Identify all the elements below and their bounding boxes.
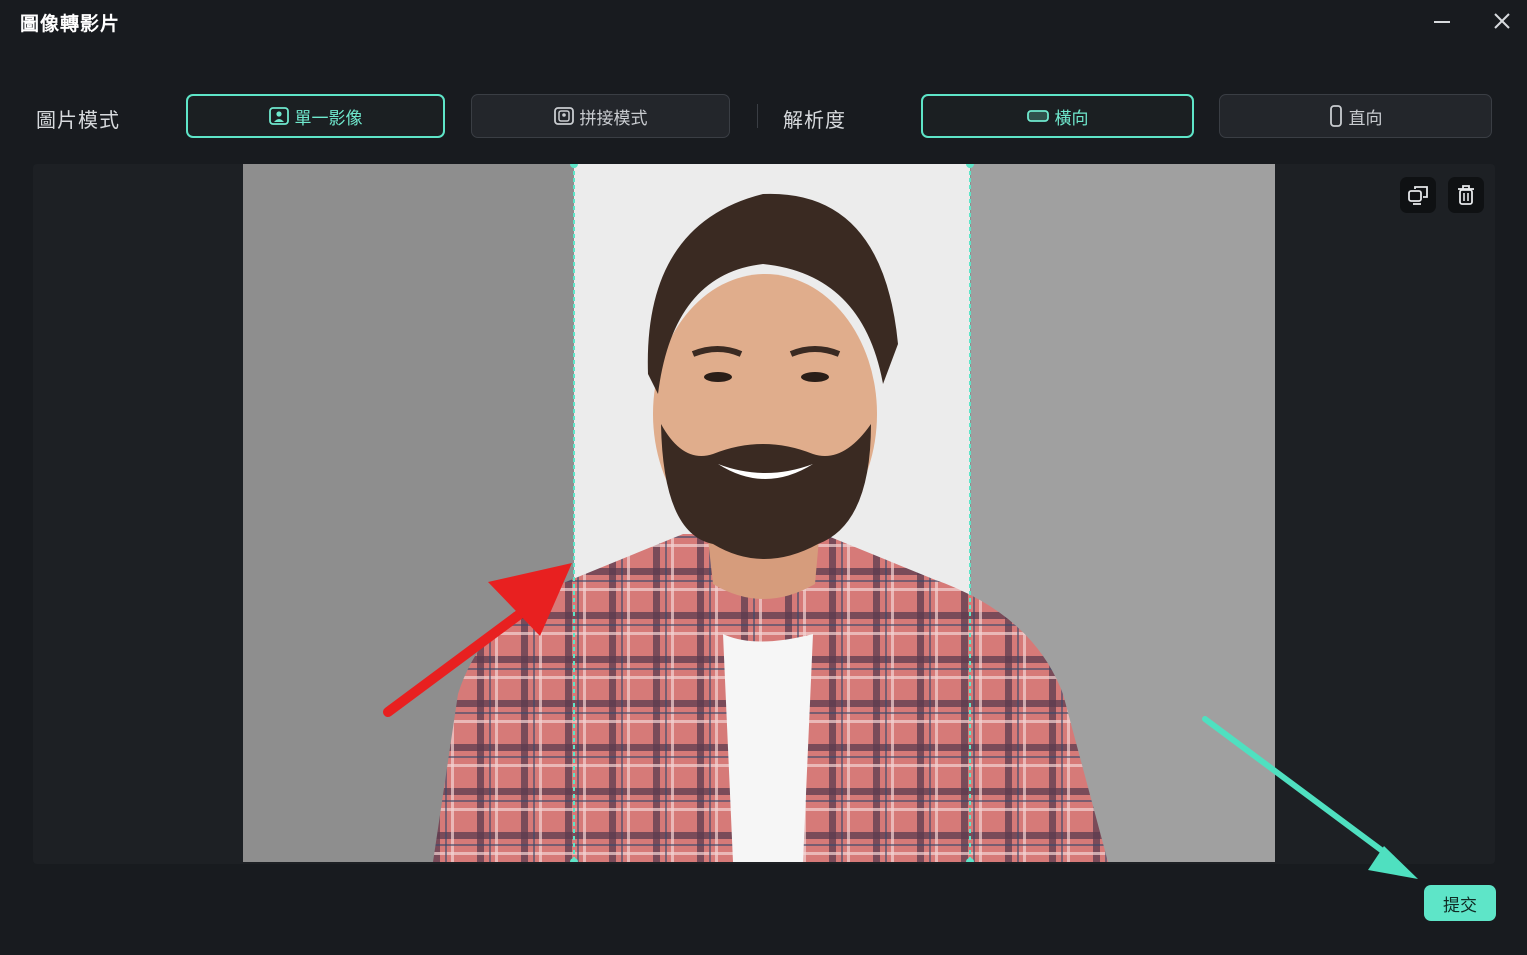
close-button[interactable] bbox=[1487, 6, 1517, 36]
preview-image bbox=[243, 164, 1275, 862]
close-icon bbox=[1494, 13, 1510, 29]
portrait-icon bbox=[1329, 105, 1342, 127]
replace-image-button[interactable] bbox=[1400, 177, 1436, 213]
replace-icon bbox=[1408, 186, 1428, 205]
resolution-portrait-button[interactable]: 直向 bbox=[1219, 94, 1492, 138]
image-mode-collage-label: 拼接模式 bbox=[579, 108, 648, 129]
resolution-landscape-label: 橫向 bbox=[1054, 108, 1089, 129]
image-mode-label: 圖片模式 bbox=[36, 108, 120, 132]
resolution-portrait-label: 直向 bbox=[1348, 108, 1383, 129]
collage-icon bbox=[553, 107, 574, 125]
title-bar: 圖像轉影片 bbox=[0, 0, 1527, 44]
minimize-button[interactable] bbox=[1427, 6, 1457, 36]
minimize-icon bbox=[1434, 21, 1450, 23]
landscape-icon bbox=[1026, 110, 1049, 122]
resolution-label: 解析度 bbox=[783, 108, 846, 132]
single-image-icon bbox=[268, 107, 289, 125]
trash-icon bbox=[1458, 185, 1474, 205]
toolbar-divider bbox=[757, 104, 758, 128]
resolution-landscape-button[interactable]: 橫向 bbox=[921, 94, 1194, 138]
submit-button[interactable]: 提交 bbox=[1424, 885, 1496, 921]
portrait-photo bbox=[243, 164, 1275, 862]
window-title: 圖像轉影片 bbox=[20, 13, 121, 35]
image-mode-single-button[interactable]: 單一影像 bbox=[186, 94, 445, 138]
image-mode-single-label: 單一影像 bbox=[294, 108, 363, 129]
delete-image-button[interactable] bbox=[1448, 177, 1484, 213]
image-mode-collage-button[interactable]: 拼接模式 bbox=[471, 94, 730, 138]
